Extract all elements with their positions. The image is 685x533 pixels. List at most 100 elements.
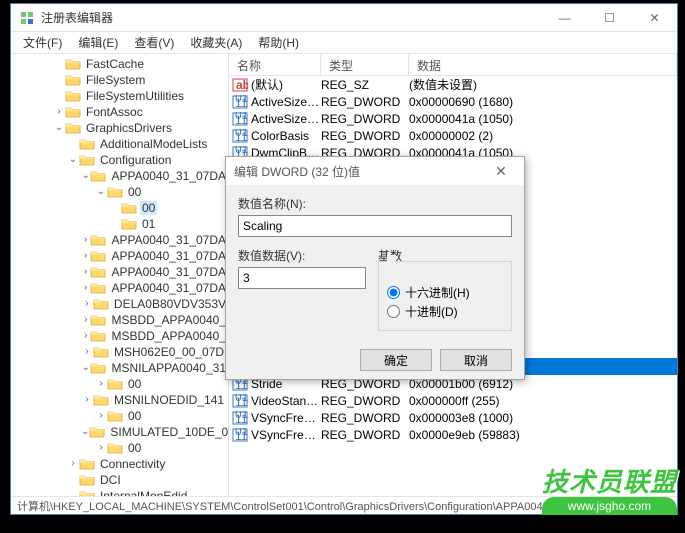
tree-item[interactable]: FastCache [11, 56, 228, 72]
value-name: ActiveSize.cx [251, 95, 321, 109]
table-row[interactable]: VSyncFreq.De..REG_DWORD0x000003e8 (1000) [229, 409, 677, 426]
tree-item-label: 00 [126, 377, 143, 391]
col-name[interactable]: 名称 [229, 54, 321, 75]
menu-favorites[interactable]: 收藏夹(A) [182, 32, 250, 53]
folder-icon [107, 185, 123, 199]
tree-item[interactable]: ⌄ APPA0040_31_07DA [11, 168, 228, 184]
tree-item[interactable]: ›MSNILNOEDID_141 [11, 392, 228, 408]
expand-icon[interactable]: › [81, 299, 93, 309]
window-title: 注册表编辑器 [41, 9, 542, 26]
tree-item[interactable]: 01 [11, 216, 228, 232]
titlebar[interactable]: 注册表编辑器 — ☐ ✕ [11, 4, 677, 32]
expand-icon[interactable]: › [81, 235, 90, 245]
minimize-button[interactable]: — [542, 4, 587, 32]
folder-icon [121, 217, 137, 231]
tree-item[interactable]: ›00 [11, 408, 228, 424]
expand-icon[interactable]: › [81, 331, 90, 341]
value-data: (数值未设置) [409, 76, 677, 93]
tree-item-label: Configuration [98, 153, 173, 167]
tree-item[interactable]: ⌄GraphicsDrivers [11, 120, 228, 136]
tree-item-label: InternalMonEdid [98, 489, 189, 496]
collapse-icon[interactable]: ⌄ [81, 363, 90, 373]
collapse-icon[interactable]: ⌄ [95, 187, 107, 197]
collapse-icon[interactable]: ⌄ [53, 123, 65, 133]
binary-value-icon [232, 112, 248, 126]
maximize-button[interactable]: ☐ [587, 4, 632, 32]
table-row[interactable]: ColorBasisREG_DWORD0x00000002 (2) [229, 127, 677, 144]
radio-dec[interactable]: 十进制(D) [387, 303, 503, 320]
collapse-icon[interactable]: ⌄ [81, 171, 90, 181]
watermark-url: www.jsgho.com [542, 497, 677, 515]
tree-item[interactable]: ⌄MSNILAPPA0040_31 [11, 360, 228, 376]
value-data: 0x00000002 (2) [409, 129, 677, 143]
close-button[interactable]: ✕ [632, 4, 677, 32]
tree-item[interactable]: ›APPA0040_31_07DA [11, 248, 228, 264]
tree-item[interactable]: › 00 [11, 376, 228, 392]
expand-icon[interactable]: › [81, 395, 93, 405]
tree-item-label: 00 [126, 441, 143, 455]
tree-item[interactable]: ›APPA0040_31_07DA [11, 280, 228, 296]
dialog-close-icon[interactable]: ✕ [486, 163, 516, 180]
folder-icon [65, 73, 81, 87]
expand-icon[interactable]: › [81, 315, 90, 325]
tree-item[interactable]: › MSBDD_APPA0040_ [11, 312, 228, 328]
tree-item[interactable]: ⌄SIMULATED_10DE_0 [11, 424, 228, 440]
tree-item[interactable]: InternalMonEdid [11, 488, 228, 496]
folder-icon [79, 473, 95, 487]
expand-icon[interactable]: › [95, 411, 107, 421]
menu-edit[interactable]: 编辑(E) [70, 32, 126, 53]
expand-icon[interactable]: › [81, 251, 90, 261]
tree-item[interactable]: ›MSBDD_APPA0040_ [11, 328, 228, 344]
collapse-icon[interactable]: ⌄ [67, 155, 79, 165]
ok-button[interactable]: 确定 [360, 349, 432, 371]
tree-item[interactable]: ⌄00 [11, 184, 228, 200]
tree-item[interactable]: DCI [11, 472, 228, 488]
value-data: 0x00000690 (1680) [409, 95, 677, 109]
menu-file[interactable]: 文件(F) [15, 32, 70, 53]
app-icon [19, 10, 35, 26]
col-data[interactable]: 数据 [409, 54, 677, 75]
tree-item[interactable]: ›MSH062E0_00_07D [11, 344, 228, 360]
expand-icon[interactable]: › [81, 283, 90, 293]
tree-item[interactable]: ›APPA0040_31_07DA [11, 232, 228, 248]
tree-item[interactable]: ⌄ Configuration [11, 152, 228, 168]
value-type: REG_DWORD [321, 411, 409, 425]
radio-hex[interactable]: 十六进制(H) [387, 284, 503, 301]
tree-item[interactable]: ›APPA0040_31_07DA [11, 264, 228, 280]
list-header[interactable]: 名称 类型 数据 [229, 54, 677, 76]
expand-icon[interactable]: › [95, 379, 107, 389]
tree-item[interactable]: FileSystemUtilities [11, 88, 228, 104]
binary-value-icon [232, 428, 248, 442]
value-data-input[interactable] [238, 267, 366, 289]
tree-pane[interactable]: FastCacheFileSystemFileSystemUtilities›F… [11, 54, 229, 496]
dialog-titlebar[interactable]: 编辑 DWORD (32 位)值 ✕ [226, 157, 524, 185]
tree-item-label: APPA0040_31_07DA [109, 169, 228, 183]
table-row[interactable]: ActiveSize.cxREG_DWORD0x00000690 (1680) [229, 93, 677, 110]
tree-item-label: MSBDD_APPA0040_ [109, 313, 228, 327]
folder-icon [90, 313, 106, 327]
value-name-input[interactable] [238, 215, 512, 237]
tree-item[interactable]: AdditionalModeLists [11, 136, 228, 152]
tree-item[interactable]: FileSystem [11, 72, 228, 88]
expand-icon[interactable]: › [67, 459, 79, 469]
tree-item[interactable]: ›DELA0B80VDV353V [11, 296, 228, 312]
expand-icon[interactable]: › [81, 347, 93, 357]
table-row[interactable]: (默认)REG_SZ(数值未设置) [229, 76, 677, 93]
expand-icon[interactable]: › [53, 107, 65, 117]
tree-item[interactable]: 00 [11, 200, 228, 216]
col-type[interactable]: 类型 [321, 54, 409, 75]
menu-view[interactable]: 查看(V) [126, 32, 182, 53]
value-name: VSyncFreq.De.. [251, 411, 321, 425]
collapse-icon[interactable]: ⌄ [81, 427, 89, 437]
tree-item[interactable]: › 00 [11, 440, 228, 456]
menu-help[interactable]: 帮助(H) [250, 32, 307, 53]
table-row[interactable]: VSyncFreq.Nu..REG_DWORD0x0000e9eb (59883… [229, 426, 677, 443]
tree-item[interactable]: ›FontAssoc [11, 104, 228, 120]
table-row[interactable]: VideoStandardREG_DWORD0x000000ff (255) [229, 392, 677, 409]
cancel-button[interactable]: 取消 [440, 349, 512, 371]
expand-icon[interactable]: › [81, 267, 90, 277]
tree-item[interactable]: ›Connectivity [11, 456, 228, 472]
binary-value-icon [232, 411, 248, 425]
expand-icon[interactable]: › [95, 443, 107, 453]
table-row[interactable]: ActiveSize.cyREG_DWORD0x0000041a (1050) [229, 110, 677, 127]
